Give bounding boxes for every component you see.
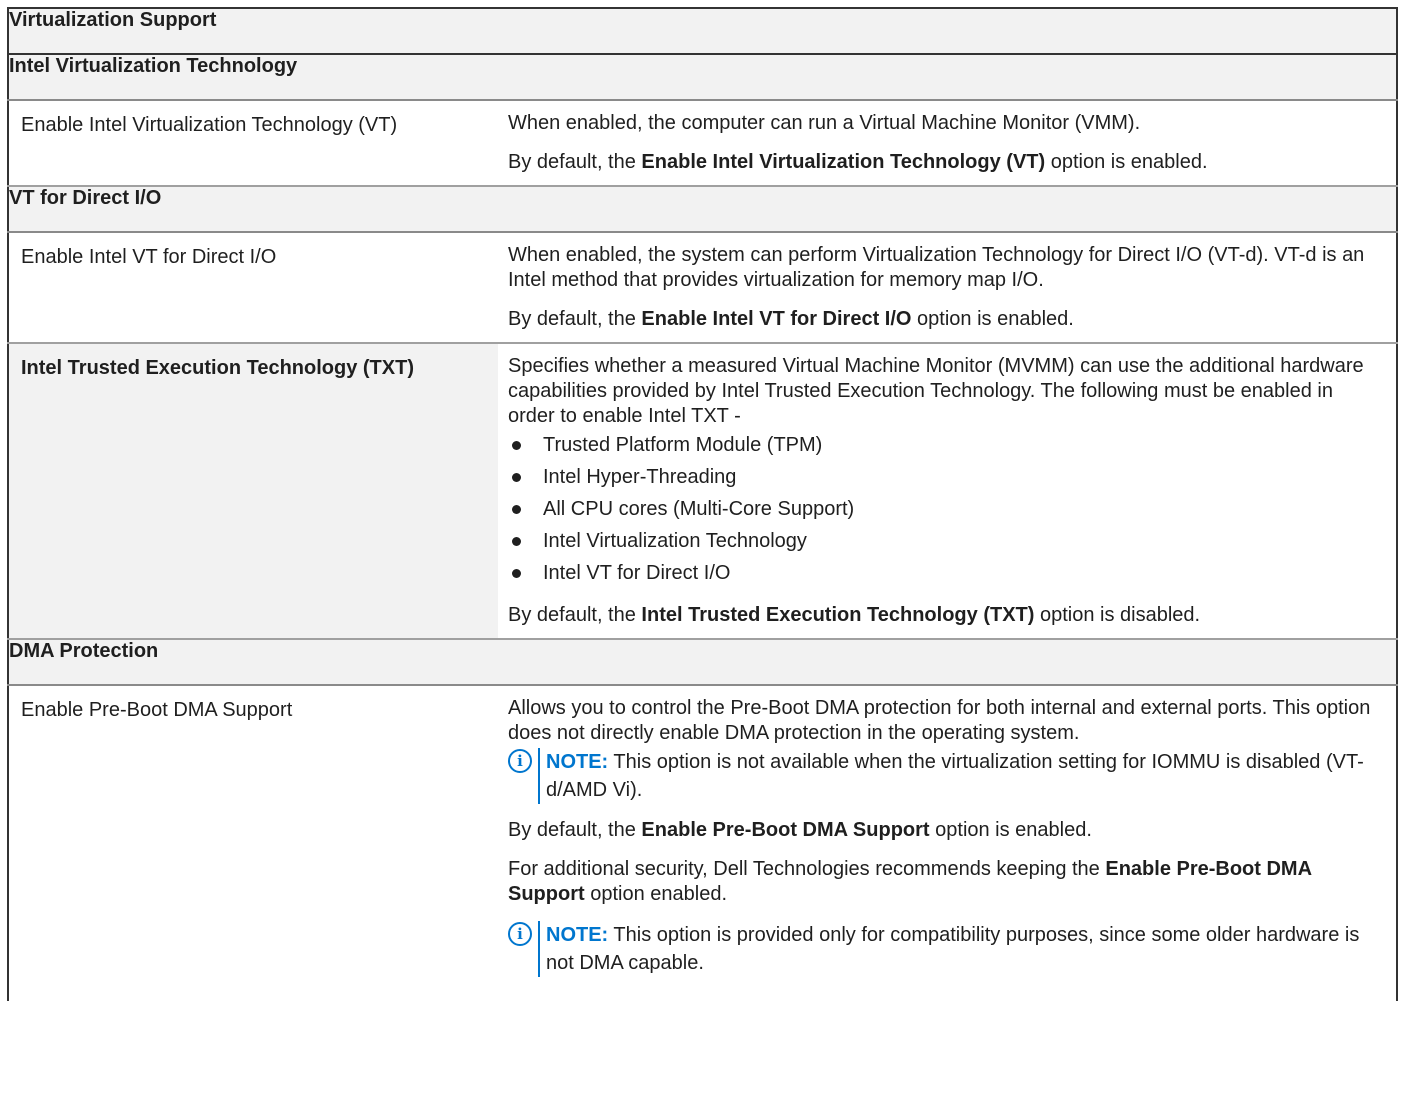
table-title: Virtualization Support [8, 8, 1398, 54]
list-item: Intel Hyper-Threading [508, 461, 1384, 493]
requirements-list: Trusted Platform Module (TPM) Intel Hype… [508, 429, 1384, 589]
section-heading-row: Intel Virtualization Technology [8, 53, 1398, 100]
list-item: Trusted Platform Module (TPM) [508, 429, 1384, 461]
option-name-txt: Intel Trusted Execution Technology (TXT) [8, 342, 498, 639]
table-title-row: Virtualization Support [8, 8, 1398, 54]
section-heading-vt-direct-io: VT for Direct I/O [8, 185, 1398, 232]
option-row-txt: Intel Trusted Execution Technology (TXT)… [8, 342, 1398, 639]
option-description: When enabled, the computer can run a Vir… [498, 99, 1398, 186]
description-text: When enabled, the system can perform Vir… [508, 244, 1365, 291]
option-name: Enable Pre-Boot DMA Support [8, 684, 498, 1001]
list-item: All CPU cores (Multi-Core Support) [508, 493, 1384, 525]
note-body: NOTE: This option is not available when … [538, 748, 1384, 804]
info-circle-icon: i [508, 922, 532, 946]
option-description: When enabled, the system can perform Vir… [498, 231, 1398, 343]
recommendation-text: For additional security, Dell Technologi… [508, 858, 1312, 905]
virtualization-support-table: Virtualization Support Intel Virtualizat… [7, 7, 1399, 1001]
bullet-dot-icon [512, 505, 521, 514]
note-callout: i NOTE: This option is not available whe… [508, 748, 1384, 804]
option-row: Enable Pre-Boot DMA Support Allows you t… [8, 684, 1398, 1001]
option-name: Enable Intel Virtualization Technology (… [8, 99, 498, 186]
section-heading-intel-vt: Intel Virtualization Technology [8, 53, 1398, 100]
info-circle-icon: i [508, 749, 532, 773]
option-name: Enable Intel VT for Direct I/O [8, 231, 498, 343]
description-text: When enabled, the computer can run a Vir… [508, 112, 1141, 134]
note-body: NOTE: This option is provided only for c… [538, 921, 1384, 977]
bullet-dot-icon [512, 473, 521, 482]
bullet-dot-icon [512, 441, 521, 450]
list-item: Intel VT for Direct I/O [508, 557, 1384, 589]
description-text: Allows you to control the Pre-Boot DMA p… [508, 697, 1371, 744]
option-description: Specifies whether a measured Virtual Mac… [498, 342, 1398, 639]
default-text: By default, the Enable Intel Virtualizat… [508, 151, 1208, 173]
option-description: Allows you to control the Pre-Boot DMA p… [498, 684, 1398, 1001]
list-item: Intel Virtualization Technology [508, 525, 1384, 557]
default-text: By default, the Enable Pre-Boot DMA Supp… [508, 819, 1092, 841]
default-text: By default, the Enable Intel VT for Dire… [508, 308, 1074, 330]
bullet-dot-icon [512, 537, 521, 546]
bullet-dot-icon [512, 569, 521, 578]
section-heading-row: VT for Direct I/O [8, 185, 1398, 232]
default-text: By default, the Intel Trusted Execution … [508, 604, 1201, 626]
note-callout: i NOTE: This option is provided only for… [508, 921, 1384, 977]
section-heading-dma-protection: DMA Protection [8, 638, 1398, 685]
option-row: Enable Intel Virtualization Technology (… [8, 99, 1398, 186]
description-text: Specifies whether a measured Virtual Mac… [508, 355, 1364, 427]
section-heading-row: DMA Protection [8, 638, 1398, 685]
option-row: Enable Intel VT for Direct I/O When enab… [8, 231, 1398, 343]
